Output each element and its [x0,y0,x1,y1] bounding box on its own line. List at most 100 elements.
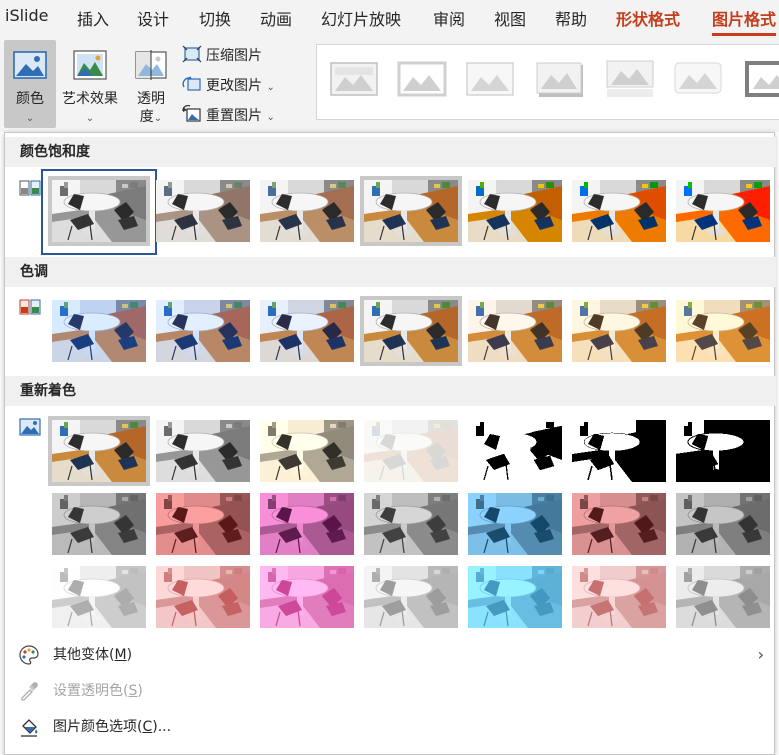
color-label: 颜色 [16,91,44,107]
photo-thumbnail [572,300,666,362]
compress-pictures-button[interactable]: 压缩图片 [182,44,262,68]
saturation-option[interactable] [260,180,354,242]
recolor-option[interactable] [572,566,666,628]
photo-thumbnail [260,493,354,555]
tone-header: 色调 [5,257,776,287]
change-picture-button[interactable]: 更改图片 ⌄ [182,74,275,98]
transparency-label-line2: 度 [139,109,154,125]
saturation-option[interactable] [468,180,562,242]
photo-thumbnail [468,566,562,628]
picture-color-options-suffix: )... [152,719,172,735]
picture-style-thumb[interactable] [605,59,655,99]
photo-thumbnail [156,300,250,362]
eyedropper-icon [21,682,38,701]
picture-color-options-menu-item[interactable]: 图片颜色选项(C)... [5,709,776,745]
tone-option[interactable] [360,296,462,366]
tone-option[interactable] [676,300,770,362]
tab-shape-format[interactable]: 形状格式 [616,6,680,30]
set-transparent-color-label: 设置透明色( [53,683,129,699]
recolor-option[interactable] [468,420,562,482]
recolor-option[interactable] [260,420,354,482]
tab-help[interactable]: 帮助 [555,6,587,30]
picture-style-thumb[interactable] [745,59,779,99]
photo-thumbnail [156,420,250,482]
saturation-option[interactable] [676,180,770,242]
picture-style-thumb[interactable] [397,59,447,99]
ribbon-tab-bar: iSlide 插入 设计 切换 动画 幻灯片放映 审阅 视图 帮助 形状格式 图… [0,0,779,36]
tab-transitions[interactable]: 切换 [199,6,231,30]
transparency-label-line1: 透明 [137,91,165,107]
recolor-option[interactable] [260,566,354,628]
artistic-effects-button[interactable]: 艺术效果 ⌄ [58,40,122,128]
recolor-option[interactable] [468,566,562,628]
tab-picture-format[interactable]: 图片格式 [712,6,777,36]
tab-slide-show[interactable]: 幻灯片放映 [321,6,401,30]
recolor-option[interactable] [156,420,250,482]
photo-thumbnail [676,493,770,555]
tab-review[interactable]: 审阅 [433,6,465,30]
recolor-option[interactable] [468,493,562,555]
picture-style-thumb[interactable] [673,59,723,99]
color-button[interactable]: 颜色 ⌄ [4,40,56,128]
paint-bucket-icon [21,719,38,737]
photo-thumbnail [676,300,770,362]
picture-color-options-label: 图片颜色选项( [53,719,143,735]
tone-option[interactable] [260,300,354,362]
recolor-option[interactable] [156,566,250,628]
recolor-option[interactable] [572,493,666,555]
chevron-down-icon: ⌄ [266,82,275,93]
reset-picture-label: 重置图片 [206,108,262,124]
recolor-option[interactable] [260,493,354,555]
recolor-option[interactable] [52,493,146,555]
picture-style-thumb[interactable] [465,59,515,99]
tone-option[interactable] [156,300,250,362]
picture-color-options-accesskey: C [142,719,153,735]
compress-label: 压缩图片 [206,48,262,64]
more-variations-menu-item[interactable]: 其他变体(M) › [5,637,776,673]
recolor-option[interactable] [48,416,150,486]
chevron-down-icon: ⌄ [266,112,275,123]
recolor-option[interactable] [364,566,458,628]
picture-styles-gallery [316,44,779,120]
recolor-option[interactable] [52,566,146,628]
recolor-option[interactable] [676,420,770,482]
recolor-option[interactable] [364,420,458,482]
reset-picture-button[interactable]: 重置图片 ⌄ [182,104,275,128]
saturation-option[interactable] [572,180,666,242]
picture-style-thumb[interactable] [329,59,379,99]
recolor-option[interactable] [364,493,458,555]
saturation-header: 颜色饱和度 [5,137,776,167]
tab-design[interactable]: 设计 [137,6,169,30]
transparency-button[interactable]: 透明 度⌄ [124,40,178,128]
tab-view[interactable]: 视图 [494,6,526,30]
recolor-option[interactable] [156,493,250,555]
photo-thumbnail [572,566,666,628]
photo-thumbnail [676,180,770,242]
recolor-option[interactable] [572,420,666,482]
photo-thumbnail [52,420,146,482]
picture-style-thumb[interactable] [535,59,585,99]
tab-islide[interactable]: iSlide [5,6,49,25]
set-transparent-color-suffix: ) [137,683,143,699]
tab-insert[interactable]: 插入 [77,6,109,30]
tone-option[interactable] [468,300,562,362]
photo-thumbnail [364,420,458,482]
tab-animations[interactable]: 动画 [260,6,292,30]
change-picture-icon [182,76,201,91]
color-dropdown-panel: 颜色饱和度 色调 重新着色 其他变体(M) › 设置透明色(S) 图片颜色选项(… [4,132,776,755]
saturation-option[interactable] [156,180,250,242]
photo-thumbnail [364,300,458,362]
recolor-option[interactable] [676,493,770,555]
artistic-effects-icon [73,50,107,80]
tone-option[interactable] [572,300,666,362]
palette-icon [19,645,39,665]
saturation-option[interactable] [48,176,150,246]
chevron-down-icon: ⌄ [85,113,95,124]
photo-thumbnail [52,300,146,362]
photo-thumbnail [260,180,354,242]
tone-option[interactable] [52,300,146,362]
recolor-option[interactable] [676,566,770,628]
photo-thumbnail [52,566,146,628]
saturation-option[interactable] [360,176,462,246]
transparency-icon [135,50,167,80]
